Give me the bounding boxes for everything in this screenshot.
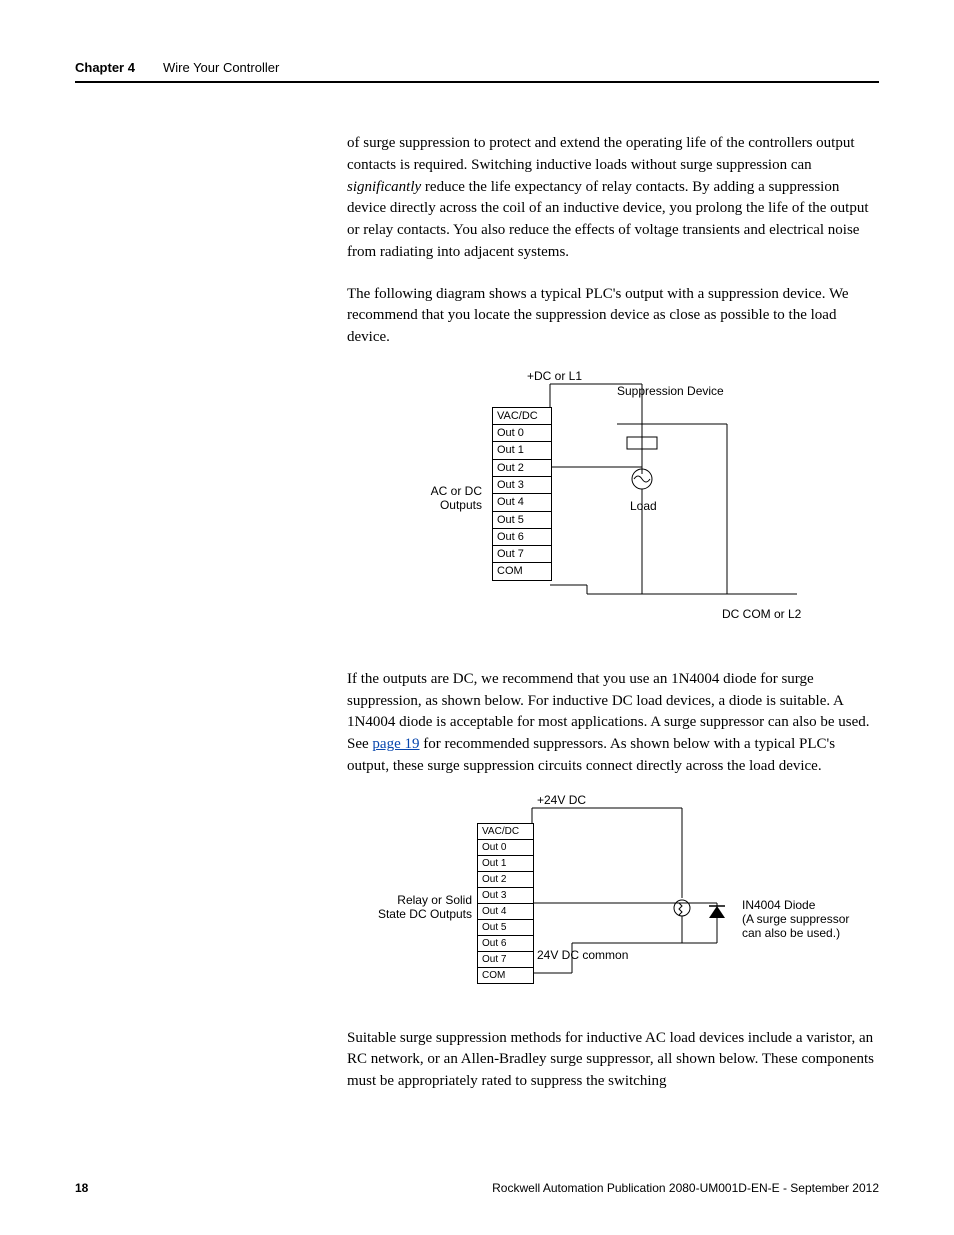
term-row: Out 6 [493, 529, 551, 546]
text-run: AC or DC Outputs [431, 484, 482, 512]
term-row: COM [478, 968, 533, 983]
label-load: Load [630, 499, 657, 513]
chapter-title: Wire Your Controller [163, 60, 279, 75]
text-run: IN4004 Diode [742, 898, 849, 912]
label-common: 24V DC common [537, 948, 628, 962]
term-row: Out 2 [478, 872, 533, 888]
text-run: (A surge suppressor [742, 912, 849, 926]
term-row: Out 4 [478, 904, 533, 920]
term-row: Out 1 [478, 856, 533, 872]
text-run: reduce the life expectancy of relay cont… [347, 179, 869, 260]
paragraph-3: If the outputs are DC, we recommend that… [347, 669, 877, 778]
page-link[interactable]: page 19 [372, 736, 419, 752]
term-row: Out 3 [493, 477, 551, 494]
diagram-2: VAC/DC Out 0 Out 1 Out 2 Out 3 Out 4 Out… [347, 798, 907, 1008]
text-run: for recommended suppressors. As shown be… [347, 736, 835, 774]
term-row: Out 7 [493, 546, 551, 563]
term-row: COM [493, 563, 551, 579]
term-row: Out 1 [493, 442, 551, 459]
term-row: Out 0 [478, 840, 533, 856]
text-run: of surge suppression to protect and exte… [347, 135, 855, 173]
term-row: Out 6 [478, 936, 533, 952]
paragraph-2: The following diagram shows a typical PL… [347, 284, 877, 349]
text-run: Suppression Device [617, 384, 724, 398]
text-run: can also be used.) [742, 926, 849, 940]
label-diode: IN4004 Diode (A surge suppressor can als… [742, 898, 849, 941]
chapter-label: Chapter 4 [75, 60, 135, 75]
terminal-block-1: VAC/DC Out 0 Out 1 Out 2 Out 3 Out 4 Out… [492, 407, 552, 581]
term-row: Out 0 [493, 425, 551, 442]
label-bottom: DC COM or L2 [722, 607, 801, 621]
paragraph-4: Suitable surge suppression methods for i… [347, 1028, 877, 1093]
term-row: VAC/DC [493, 408, 551, 425]
term-row: VAC/DC [478, 824, 533, 840]
terminal-block-2: VAC/DC Out 0 Out 1 Out 2 Out 3 Out 4 Out… [477, 823, 534, 984]
term-row: Out 5 [493, 512, 551, 529]
term-row: Out 5 [478, 920, 533, 936]
term-row: Out 3 [478, 888, 533, 904]
text-run: Relay or Solid State DC Outputs [378, 893, 472, 921]
page-number: 18 [75, 1181, 88, 1195]
label-suppression: Suppression Device [617, 384, 724, 398]
term-row: Out 2 [493, 460, 551, 477]
page-header: Chapter 4 Wire Your Controller [75, 60, 879, 83]
paragraph-1: of surge suppression to protect and exte… [347, 133, 877, 264]
term-row: Out 7 [478, 952, 533, 968]
label-top: +DC or L1 [527, 369, 582, 383]
text-italic: significantly [347, 179, 421, 195]
term-row: Out 4 [493, 494, 551, 511]
label-left-2: Relay or Solid State DC Outputs [377, 893, 472, 922]
diagram-1: VAC/DC Out 0 Out 1 Out 2 Out 3 Out 4 Out… [347, 369, 877, 649]
publication-info: Rockwell Automation Publication 2080-UM0… [492, 1181, 879, 1195]
label-top-2: +24V DC [537, 793, 586, 807]
page-footer: 18 Rockwell Automation Publication 2080-… [75, 1181, 879, 1195]
label-left: AC or DC Outputs [412, 484, 482, 513]
